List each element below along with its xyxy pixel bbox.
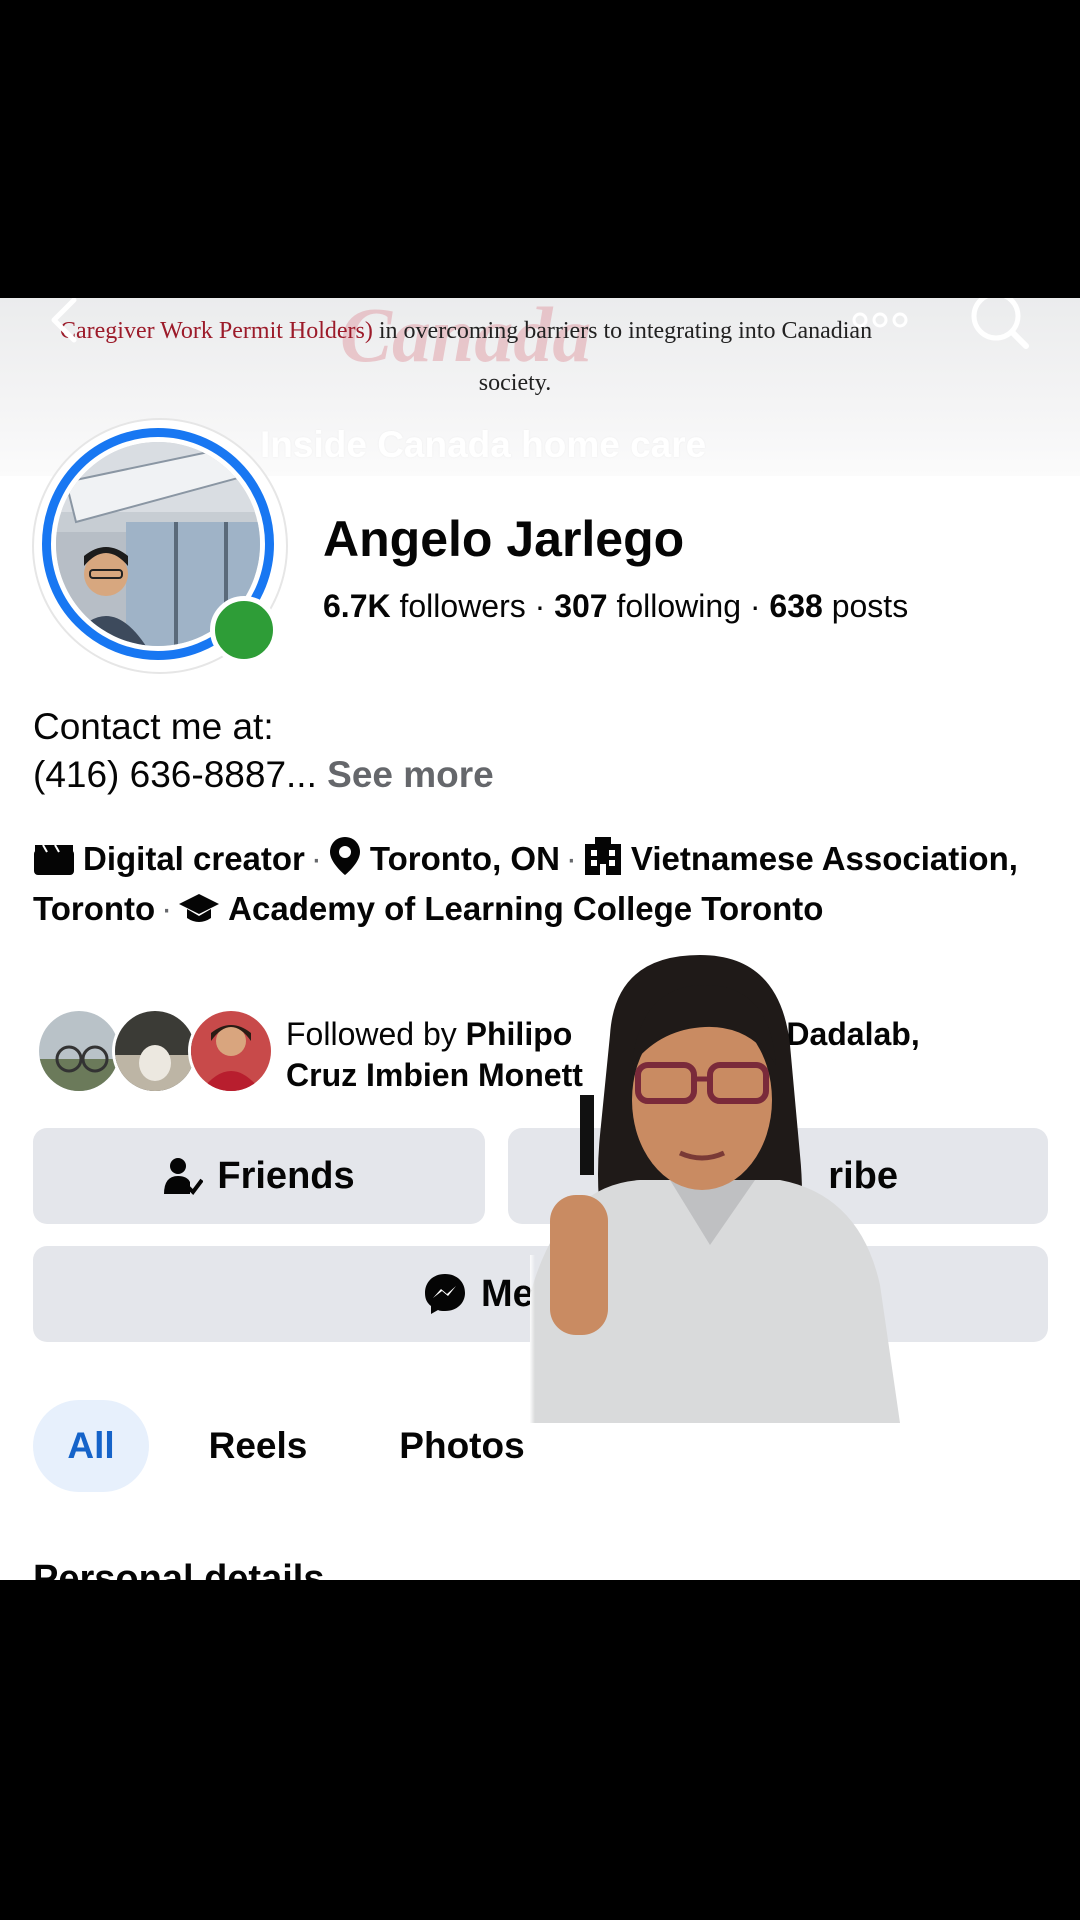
cover-text-line2: society. [478,370,552,396]
creator-video-overlay [520,955,900,1423]
video-caption: Inside Canada home care [260,424,707,465]
cover-text-line1: Caregiver Work Permit Holders) in overco… [60,318,873,344]
follower-avatar-2 [112,1008,198,1094]
bio-line2: (416) 636-8887... See more [33,754,494,795]
search-icon[interactable] [968,298,1032,350]
building-icon [584,837,621,875]
online-status-dot [210,596,278,664]
tab-reels[interactable]: Reels [193,1400,323,1492]
profile-avatar[interactable] [34,420,286,672]
back-icon[interactable] [44,298,84,348]
see-more-link[interactable]: See more [327,754,494,795]
bio-line1: Contact me at: [33,706,274,747]
detail-role: Digital creator [33,840,305,877]
friends-check-icon [164,1158,204,1196]
location-pin-icon [329,837,360,875]
friends-button[interactable]: Friends [33,1128,485,1224]
profile-name: Angelo Jarlego [323,511,685,567]
graduation-cap-icon [179,894,220,922]
personal-details-heading: Personal details [33,1558,325,1580]
profile-screen: Canada Caregiver Work Permit Holders) in… [0,298,1080,1580]
messenger-icon [425,1274,465,1314]
follower-avatar-1 [36,1008,122,1094]
detail-education: Academy of Learning College Toronto [178,890,823,927]
profile-stats[interactable]: 6.7K followers · 307 following · 638 pos… [323,588,908,625]
detail-location: Toronto, ON [328,837,560,877]
tab-all[interactable]: All [33,1400,149,1492]
more-icon[interactable] [852,312,908,328]
follower-avatar-3 [188,1008,274,1094]
clapperboard-icon [34,844,74,875]
profile-details: Digital creator · Toronto, ON · Vietnamese A… [33,834,1033,934]
